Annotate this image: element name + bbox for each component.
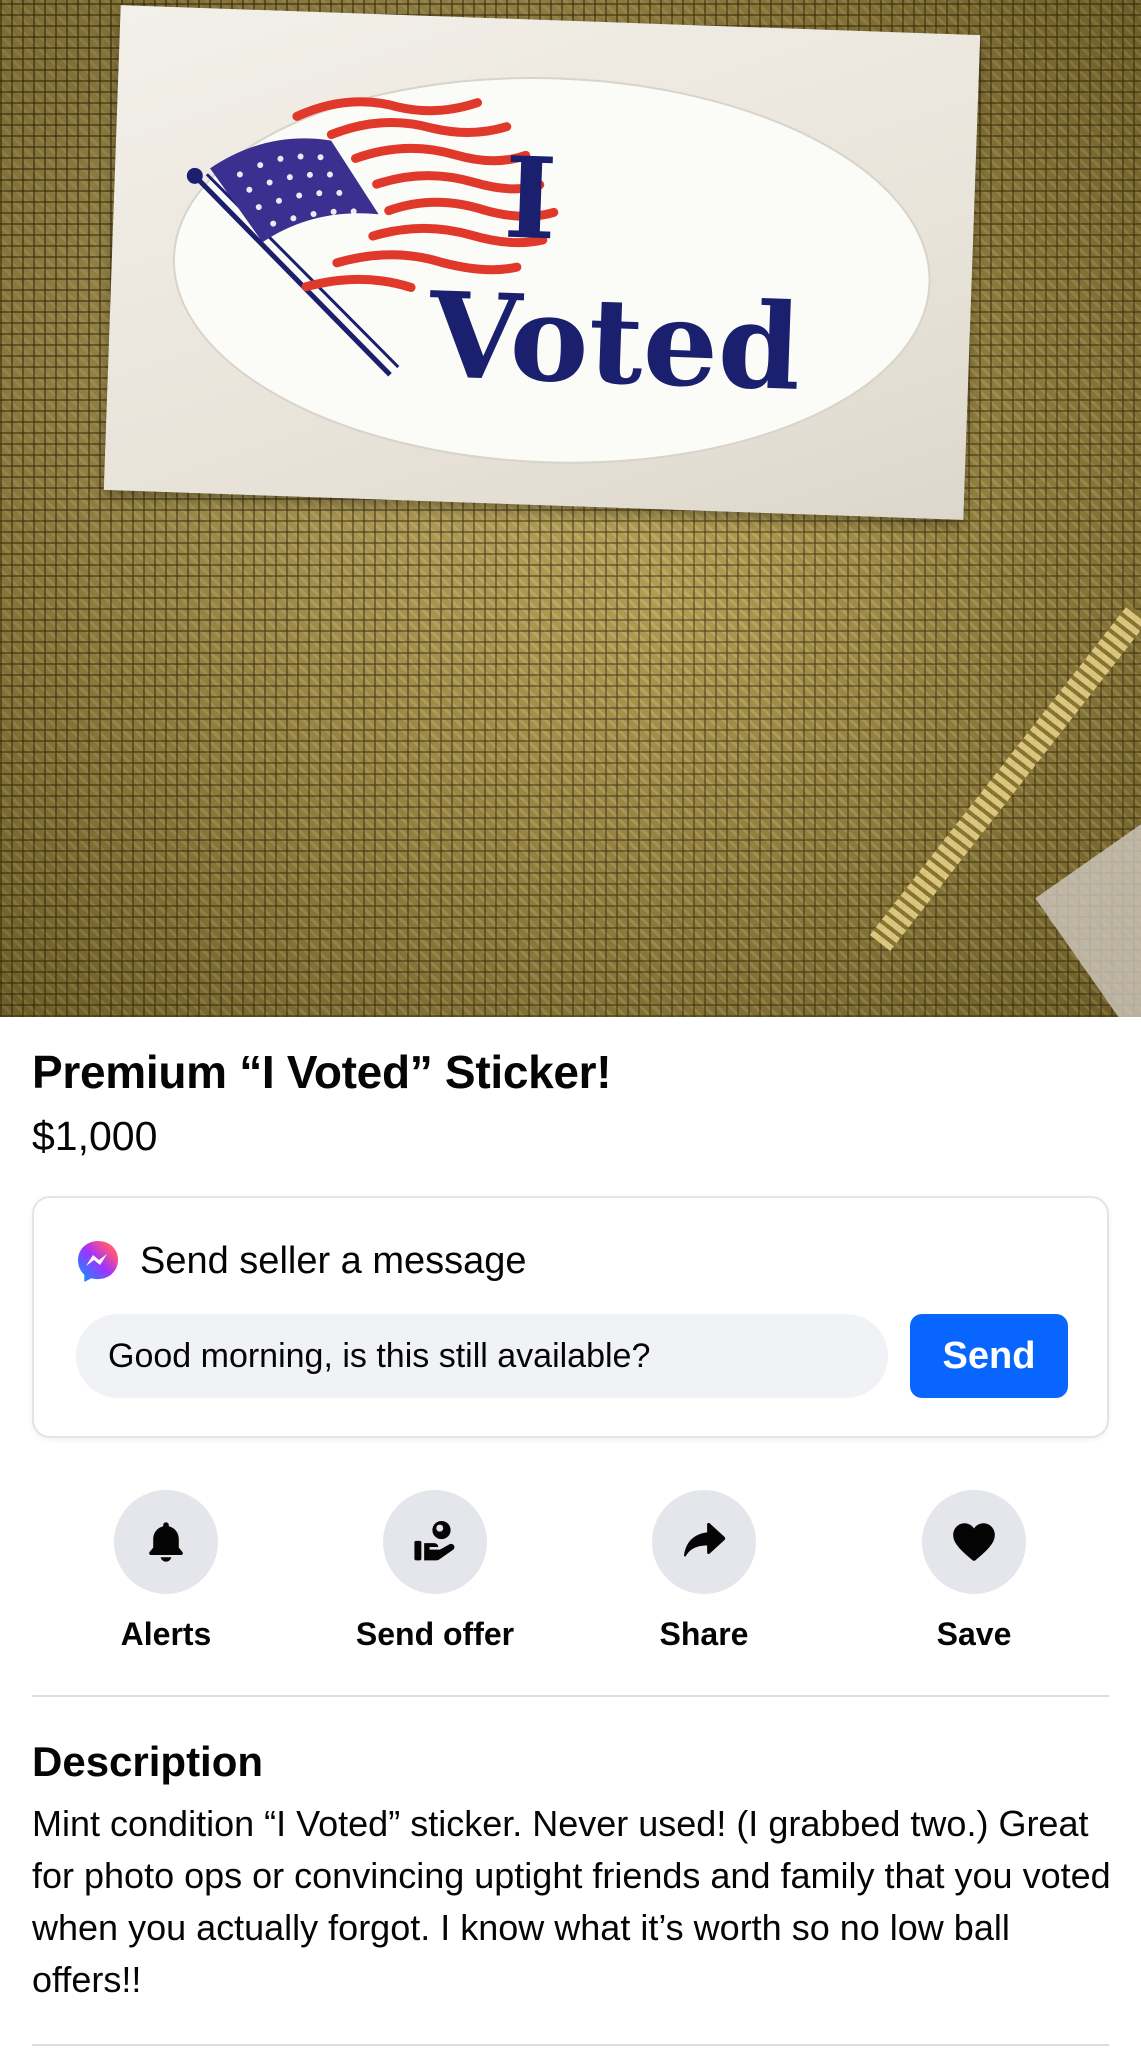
i-voted-sticker: I Voted bbox=[103, 5, 981, 520]
send-seller-message-card: Send seller a message Send bbox=[32, 1196, 1109, 1438]
offer-hand-icon bbox=[414, 1520, 455, 1561]
description-heading: Description bbox=[32, 1738, 264, 1785]
message-input[interactable] bbox=[76, 1314, 888, 1398]
sticker-graphic: I Voted bbox=[172, 77, 931, 464]
save-label: Save bbox=[936, 1616, 1012, 1652]
send-button[interactable]: Send bbox=[910, 1314, 1068, 1398]
listing-photo[interactable]: I Voted bbox=[0, 0, 1141, 1017]
messenger-icon bbox=[78, 1241, 118, 1282]
sticker-text-i: I bbox=[502, 133, 559, 266]
message-card-header: Send seller a message bbox=[76, 1238, 527, 1284]
send-offer-button[interactable]: Send offer bbox=[305, 1490, 565, 1653]
share-button[interactable]: Share bbox=[574, 1490, 834, 1653]
listing-title: Premium “I Voted” Sticker! bbox=[32, 1046, 612, 1098]
sticker-text-voted: Voted bbox=[426, 265, 803, 417]
save-button[interactable]: Save bbox=[844, 1490, 1104, 1653]
share-arrow-icon bbox=[683, 1522, 726, 1557]
section-divider bbox=[32, 1695, 1109, 1697]
alerts-button[interactable]: Alerts bbox=[36, 1490, 296, 1653]
description-text: Mint condition “I Voted” sticker. Never … bbox=[32, 1803, 1111, 2000]
share-circle[interactable] bbox=[652, 1490, 756, 1594]
send-offer-label: Send offer bbox=[355, 1616, 515, 1652]
alerts-circle[interactable] bbox=[114, 1490, 218, 1594]
listing-actions: Alerts Send offer Share Save bbox=[0, 1490, 1141, 1660]
bell-icon bbox=[149, 1522, 183, 1562]
listing-price: $1,000 bbox=[32, 1113, 158, 1159]
bottom-divider bbox=[32, 2044, 1109, 2046]
share-label: Share bbox=[659, 1616, 749, 1652]
send-offer-circle[interactable] bbox=[383, 1490, 487, 1594]
alerts-label: Alerts bbox=[120, 1616, 212, 1652]
save-circle[interactable] bbox=[922, 1490, 1026, 1594]
heart-icon bbox=[953, 1523, 995, 1561]
message-card-heading: Send seller a message bbox=[140, 1239, 527, 1282]
